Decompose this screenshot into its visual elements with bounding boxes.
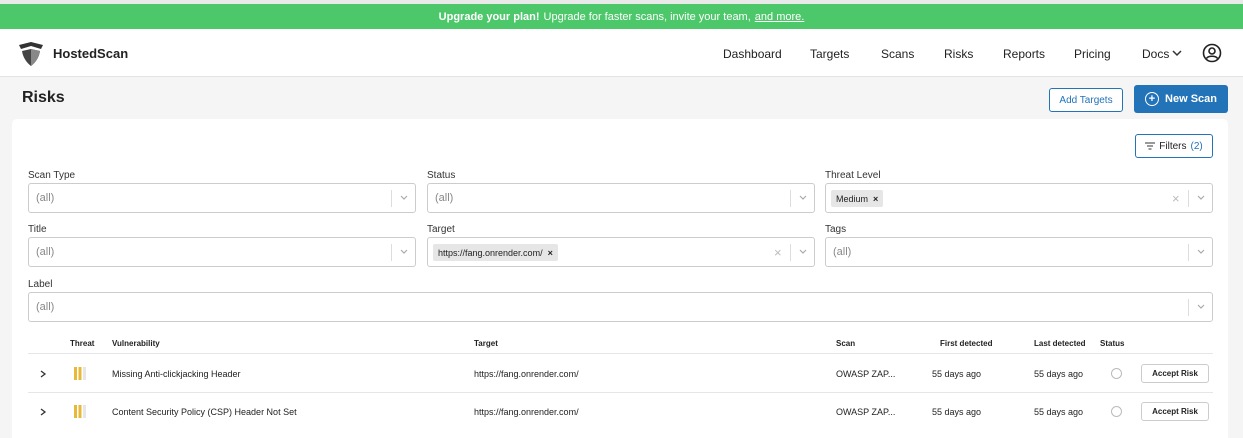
title-select[interactable]: (all) (28, 237, 416, 267)
chevron-down-icon[interactable] (1196, 194, 1206, 202)
banner-text: Upgrade for faster scans, invite your te… (543, 10, 751, 23)
threat-level-chip[interactable]: Medium × (831, 190, 884, 207)
chevron-right-icon[interactable] (39, 370, 47, 378)
nav-targets[interactable]: Targets (810, 47, 849, 61)
col-status[interactable]: Status (1100, 339, 1124, 348)
label-select[interactable]: (all) (28, 292, 1213, 322)
threat-level-select[interactable]: Medium × × (825, 183, 1213, 213)
label-placeholder: (all) (36, 301, 55, 313)
status-placeholder: (all) (435, 192, 454, 204)
target-chip-label: https://fang.onrender.com/ (438, 247, 543, 258)
col-target[interactable]: Target (474, 339, 498, 348)
col-vulnerability[interactable]: Vulnerability (112, 339, 160, 348)
last-detected-cell: 55 days ago (1034, 407, 1084, 417)
chevron-down-icon[interactable] (1196, 303, 1206, 311)
clear-icon[interactable]: × (1172, 191, 1180, 206)
select-separator (1188, 299, 1189, 316)
select-separator (391, 190, 392, 207)
tags-placeholder: (all) (833, 246, 852, 258)
select-separator (790, 244, 791, 261)
filter-lines-icon (1145, 142, 1156, 150)
vulnerability-cell[interactable]: Content Security Policy (CSP) Header Not… (112, 407, 297, 417)
filters-label: Filters (1159, 140, 1187, 152)
chevron-down-icon[interactable] (1196, 248, 1206, 256)
scan-type-placeholder: (all) (36, 192, 55, 204)
banner-bold-text: Upgrade your plan! (438, 10, 540, 23)
docs-chevron-down-icon[interactable] (1171, 48, 1183, 58)
header-divider (28, 353, 1213, 354)
hostedscan-logo-icon[interactable] (18, 41, 44, 67)
new-scan-button[interactable]: + New Scan (1134, 85, 1228, 113)
chevron-down-icon[interactable] (399, 248, 409, 256)
nav-risks[interactable]: Risks (944, 47, 973, 61)
chevron-down-icon[interactable] (798, 248, 808, 256)
filters-button[interactable]: Filters (2) (1135, 134, 1213, 158)
label-filter-label: Label (28, 279, 53, 290)
brand-name[interactable]: HostedScan (53, 46, 128, 61)
accept-risk-button[interactable]: Accept Risk (1141, 364, 1209, 383)
banner-more-link[interactable]: and more. (755, 11, 805, 23)
status-radio[interactable] (1111, 406, 1122, 417)
first-detected-cell: 55 days ago (932, 369, 982, 379)
target-chip[interactable]: https://fang.onrender.com/ × (433, 244, 558, 261)
col-first-detected[interactable]: First detected (940, 339, 992, 348)
page-title: Risks (22, 89, 65, 106)
vulnerability-cell[interactable]: Missing Anti-clickjacking Header (112, 369, 241, 379)
tags-label: Tags (825, 224, 847, 235)
col-threat[interactable]: Threat (70, 339, 94, 348)
chevron-right-icon[interactable] (39, 408, 47, 416)
threat-level-chip-label: Medium (836, 193, 869, 204)
risks-card (12, 119, 1228, 438)
remove-chip-icon[interactable]: × (548, 248, 553, 258)
scan-type-select[interactable]: (all) (28, 183, 416, 213)
select-separator (1188, 244, 1189, 261)
add-targets-button[interactable]: Add Targets (1049, 88, 1123, 112)
upgrade-banner: Upgrade your plan! Upgrade for faster sc… (0, 4, 1243, 29)
select-separator (1188, 190, 1189, 207)
tags-select[interactable]: (all) (825, 237, 1213, 267)
target-cell: https://fang.onrender.com/ (474, 407, 579, 417)
nav-dashboard[interactable]: Dashboard (723, 47, 782, 61)
nav-docs[interactable]: Docs (1142, 47, 1169, 61)
clear-icon[interactable]: × (774, 245, 782, 260)
title-label: Title (28, 224, 47, 235)
threat-medium-icon (74, 367, 86, 380)
filters-count: (2) (1190, 140, 1203, 152)
status-select[interactable]: (all) (427, 183, 815, 213)
scan-cell: OWASP ZAP... (836, 369, 896, 379)
scan-cell: OWASP ZAP... (836, 407, 896, 417)
threat-level-label: Threat Level (825, 170, 881, 181)
status-label: Status (427, 170, 456, 181)
col-scan[interactable]: Scan (836, 339, 855, 348)
nav-reports[interactable]: Reports (1003, 47, 1045, 61)
select-separator (790, 190, 791, 207)
top-navbar: HostedScan Dashboard Targets Scans Risks… (0, 29, 1243, 77)
row-divider (28, 392, 1213, 393)
new-scan-label: New Scan (1165, 93, 1217, 105)
user-account-icon[interactable] (1202, 43, 1222, 63)
col-last-detected[interactable]: Last detected (1034, 339, 1086, 348)
target-label: Target (427, 224, 455, 235)
title-placeholder: (all) (36, 246, 55, 258)
plus-circle-icon: + (1145, 92, 1160, 106)
select-separator (391, 244, 392, 261)
accept-risk-button[interactable]: Accept Risk (1141, 402, 1209, 421)
target-cell: https://fang.onrender.com/ (474, 369, 579, 379)
scan-type-label: Scan Type (28, 170, 76, 181)
chevron-down-icon[interactable] (798, 194, 808, 202)
threat-medium-icon (74, 405, 86, 418)
nav-scans[interactable]: Scans (881, 47, 914, 61)
first-detected-cell: 55 days ago (932, 407, 982, 417)
nav-pricing[interactable]: Pricing (1074, 47, 1111, 61)
remove-chip-icon[interactable]: × (873, 194, 878, 204)
last-detected-cell: 55 days ago (1034, 369, 1084, 379)
chevron-down-icon[interactable] (399, 194, 409, 202)
target-select[interactable]: https://fang.onrender.com/ × × (427, 237, 815, 267)
status-radio[interactable] (1111, 368, 1122, 379)
